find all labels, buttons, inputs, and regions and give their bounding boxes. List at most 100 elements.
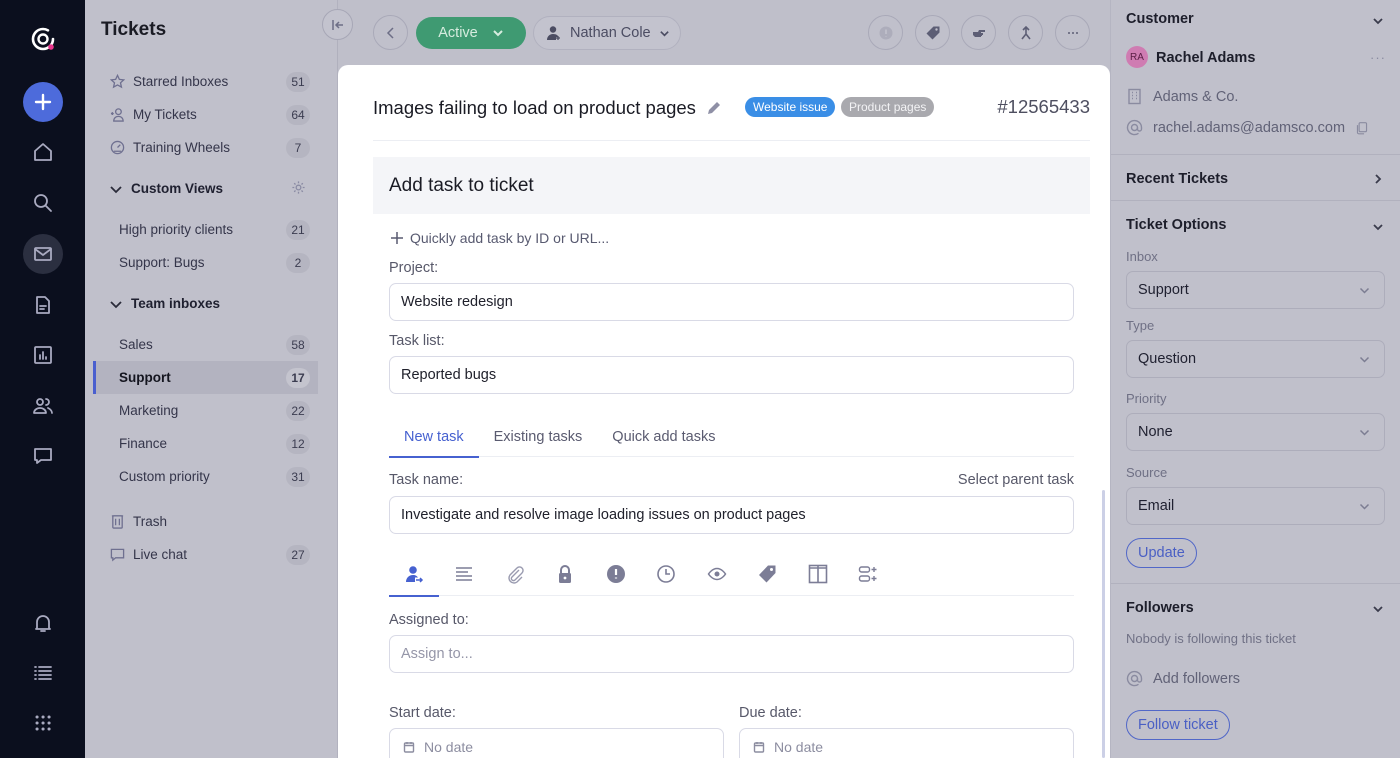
back-button[interactable] [373, 15, 408, 50]
assign-to-me-button[interactable] [961, 15, 996, 50]
task-option-tabs [389, 552, 1074, 597]
tab-tags[interactable] [742, 552, 792, 596]
inbox-select[interactable]: Support [1126, 271, 1385, 309]
sidebar-item-my-tickets[interactable]: My Tickets 64 [93, 98, 318, 131]
assign-to-input[interactable]: Assign to... [389, 635, 1074, 673]
sidebar-item-count: 7 [286, 137, 310, 158]
due-date-input[interactable]: No date [739, 728, 1074, 758]
email-address: rachel.adams@adamsco.com [1153, 119, 1346, 136]
select-parent-task-link[interactable]: Select parent task [958, 472, 1074, 488]
sidebar-item-training-wheels[interactable]: Training Wheels 7 [93, 131, 318, 164]
ticket-options-heading[interactable]: Ticket Options [1126, 217, 1226, 233]
chat-icon [109, 547, 125, 563]
add-followers-link[interactable]: Add followers [1126, 670, 1240, 687]
recent-tickets-heading[interactable]: Recent Tickets [1126, 171, 1228, 187]
chevron-down-icon[interactable] [1372, 602, 1384, 614]
sidebar-item-label: Custom priority [119, 469, 210, 484]
chevron-down-icon[interactable] [1372, 14, 1384, 26]
follow-ticket-button[interactable]: Follow ticket [1126, 710, 1230, 740]
new-button[interactable] [23, 82, 63, 122]
calendar-icon [753, 742, 765, 753]
task-tabs: New task Existing tasks Quick add tasks [389, 417, 1074, 458]
tab-attachments[interactable] [490, 552, 540, 596]
assignee-name: Nathan Cole [570, 25, 651, 41]
tab-followers[interactable] [692, 552, 742, 596]
sidebar-item-live-chat[interactable]: Live chat 27 [93, 538, 318, 571]
rail-customers[interactable] [23, 386, 63, 426]
tab-quick-add-tasks[interactable]: Quick add tasks [597, 417, 730, 457]
copy-icon[interactable] [1355, 121, 1369, 135]
customer-more-icon[interactable]: ··· [1370, 50, 1386, 65]
rail-tasks[interactable] [23, 653, 63, 693]
sidebar-item-custom-priority[interactable]: Custom priority 31 [93, 460, 318, 493]
collapse-sidebar-button[interactable] [322, 9, 353, 40]
chevron-right-icon[interactable] [1372, 172, 1384, 184]
user-plus-icon [109, 107, 125, 123]
priority-select[interactable]: None [1126, 413, 1385, 451]
section-custom-views[interactable]: Custom Views [93, 172, 318, 205]
app-logo[interactable] [23, 19, 63, 59]
followers-empty-text: Nobody is following this ticket [1126, 631, 1296, 646]
tab-privacy[interactable] [540, 552, 590, 596]
type-select[interactable]: Question [1126, 340, 1385, 378]
customer-name[interactable]: Rachel Adams [1156, 50, 1255, 66]
tag-product-pages[interactable]: Product pages [841, 97, 935, 117]
pencil-icon[interactable] [706, 100, 722, 116]
sidebar-item-support-bugs[interactable]: Support: Bugs 2 [93, 246, 318, 279]
customer-heading[interactable]: Customer [1126, 11, 1194, 27]
sidebar-item-label: Training Wheels [133, 140, 231, 155]
sidebar-item-sales[interactable]: Sales 58 [93, 328, 318, 361]
merge-button[interactable] [1008, 15, 1043, 50]
source-label: Source [1126, 465, 1168, 480]
start-date-input[interactable]: No date [389, 728, 724, 758]
task-name-input[interactable]: Investigate and resolve image loading is… [389, 496, 1074, 534]
sidebar-item-label: High priority clients [119, 222, 234, 237]
ellipsis-icon [1067, 31, 1078, 34]
rail-inbox[interactable] [23, 234, 63, 274]
tab-board-column[interactable] [793, 552, 843, 596]
sidebar-item-trash[interactable]: Trash [93, 505, 318, 538]
sidebar-item-starred-inboxes[interactable]: Starred Inboxes 51 [93, 65, 318, 98]
collapse-left-icon [331, 19, 343, 30]
status-dropdown[interactable]: Active [416, 17, 526, 49]
tab-new-task[interactable]: New task [389, 417, 479, 458]
tag-button[interactable] [915, 15, 950, 50]
section-team-inboxes[interactable]: Team inboxes [93, 287, 318, 320]
sidebar-item-count: 22 [286, 400, 310, 421]
source-select[interactable]: Email [1126, 487, 1385, 525]
more-options-button[interactable] [1055, 15, 1090, 50]
rail-documents[interactable] [23, 285, 63, 325]
rail-reports[interactable] [23, 335, 63, 375]
tab-subtasks[interactable] [843, 552, 893, 596]
followers-heading[interactable]: Followers [1126, 600, 1194, 616]
project-select[interactable]: Website redesign [389, 283, 1074, 321]
sidebar-item-support[interactable]: Support 17 [93, 361, 318, 394]
tasklist-select[interactable]: Reported bugs [389, 356, 1074, 394]
sidebar-item-finance[interactable]: Finance 12 [93, 427, 318, 460]
customer-email: rachel.adams@adamsco.com [1126, 119, 1369, 136]
rail-notifications[interactable] [23, 603, 63, 643]
scrollbar[interactable] [1102, 490, 1105, 758]
divider [1111, 154, 1400, 155]
chevron-down-icon[interactable] [1372, 220, 1384, 232]
rail-search[interactable] [23, 183, 63, 223]
priority-button[interactable] [868, 15, 903, 50]
rail-home[interactable] [23, 132, 63, 172]
update-button[interactable]: Update [1126, 538, 1197, 568]
tab-time[interactable] [641, 552, 691, 596]
tab-existing-tasks[interactable]: Existing tasks [479, 417, 598, 457]
ticket-id: #12565433 [997, 96, 1090, 117]
due-date-value: No date [774, 739, 824, 755]
sidebar-item-high-priority-clients[interactable]: High priority clients 21 [93, 213, 318, 246]
tag-website-issue[interactable]: Website issue [745, 97, 836, 117]
gear-icon[interactable] [291, 180, 318, 198]
tab-priority[interactable] [591, 552, 641, 596]
tab-description[interactable] [439, 552, 489, 596]
sidebar-item-marketing[interactable]: Marketing 22 [93, 394, 318, 427]
assignee-dropdown[interactable]: Nathan Cole [533, 16, 681, 50]
chat-bubble-icon [34, 448, 52, 464]
tab-assignee[interactable] [389, 552, 439, 597]
quick-add-task-link[interactable]: Quickly add task by ID or URL... [390, 230, 609, 246]
rail-apps[interactable] [23, 703, 63, 743]
rail-chat[interactable] [23, 436, 63, 476]
